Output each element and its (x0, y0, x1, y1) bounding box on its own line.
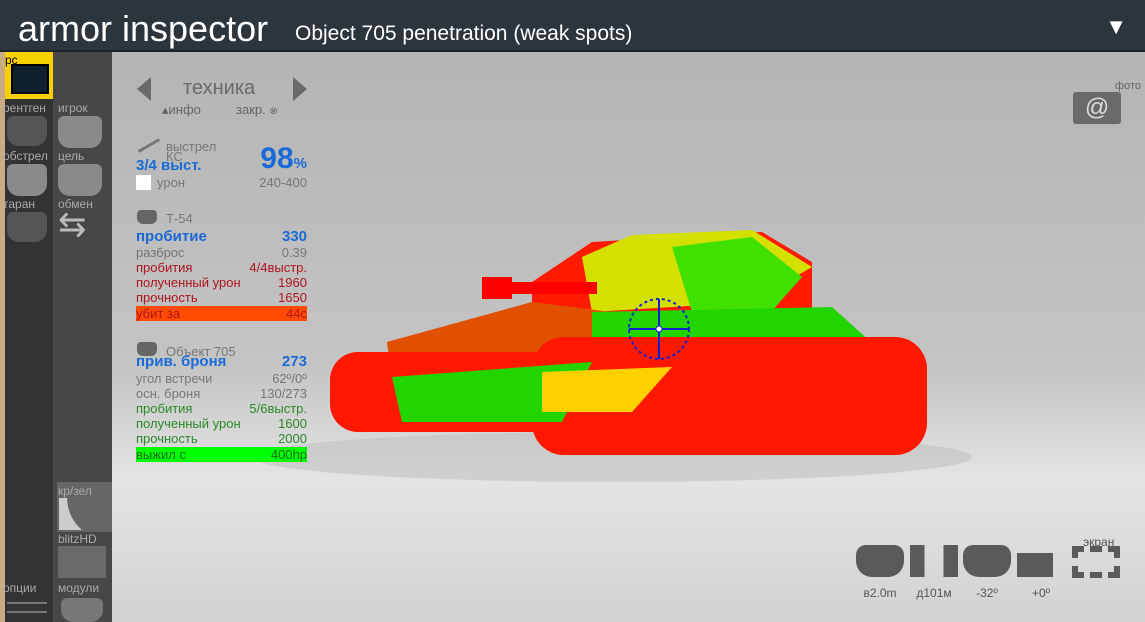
damage-range: 240-400 (259, 175, 307, 190)
tank-model[interactable] (112, 52, 1145, 622)
label: прочность (136, 290, 198, 305)
ram-icon (7, 212, 47, 242)
sidebar-item-modules[interactable]: модули (58, 581, 99, 595)
attacker-hits-row: пробития 4/4выстр. (136, 260, 307, 275)
attacker-dmg-row: полученный урон 1960 (136, 275, 307, 290)
turret-rotate-icon[interactable] (1017, 553, 1053, 577)
value: 1960 (278, 275, 307, 290)
value: 330 (281, 228, 307, 245)
lock-label: закр. (236, 102, 266, 117)
hit-percent: 98% (260, 142, 307, 176)
sidebar-item-label: кр/зел (58, 484, 92, 498)
value: 0.39 (281, 245, 307, 260)
sidebar-item-red-green[interactable]: кр/зел (57, 482, 112, 532)
target-dmg-row: полученный урон 1600 (136, 416, 307, 431)
target-hp-row: прочность 2000 (136, 431, 307, 446)
height-icon[interactable] (856, 545, 904, 577)
tank-icon (11, 64, 49, 94)
damage-label: урон (157, 175, 185, 190)
value: 5/6выстр. (249, 401, 307, 416)
triangle-down-icon[interactable]: ▼ (1105, 14, 1127, 40)
camera-icon[interactable]: @ (1073, 92, 1121, 124)
target-result-row: выжил с 400hp (136, 447, 307, 462)
blitzhd-icon (58, 546, 106, 578)
fullscreen-icon[interactable] (1072, 546, 1120, 578)
target-hits-row: пробития 5/6выстр. (136, 401, 307, 416)
red-green-icon (59, 498, 109, 530)
attacker-tank-icon (137, 210, 157, 224)
app-title: armor inspector (18, 8, 269, 49)
sliders-icon (7, 598, 47, 618)
target-base-row: осн. броня 130/273 (136, 386, 307, 401)
attacker-hp-row: прочность 1650 (136, 290, 307, 305)
label: угол встречи (136, 371, 213, 386)
lock-toggle[interactable]: закр. ⊗ (236, 102, 278, 117)
label: убит за (136, 306, 181, 321)
damage-swatch (136, 175, 151, 190)
xray-icon (7, 116, 47, 146)
value: 130/273 (260, 386, 307, 401)
label: пробития (136, 260, 193, 275)
value: 2000 (278, 431, 307, 446)
swap-arrows-icon: ⇆ (58, 206, 87, 244)
sidebar-item-shelling[interactable]: обстрел (3, 149, 48, 163)
sidebar-item-ram[interactable]: таран (3, 197, 35, 211)
target-armor-row: прив. броня 273 (136, 354, 307, 371)
info-toggle[interactable]: ▴инфо (162, 102, 201, 118)
sidebar-item-target[interactable]: цель (58, 149, 84, 163)
value: 1650 (278, 290, 307, 305)
sidebar-item-options[interactable]: опции (3, 581, 36, 595)
elevation-value: -32º (976, 586, 998, 600)
label: прочность (136, 431, 198, 446)
label: пробитие (136, 228, 207, 245)
vehicle-label: техника (183, 77, 256, 99)
prev-vehicle-arrow[interactable] (137, 77, 151, 101)
attacker-spread-row: разброс 0.39 (136, 245, 307, 260)
label: осн. броня (136, 386, 201, 401)
label: полученный урон (136, 416, 241, 431)
close-icon: ⊗ (269, 106, 278, 117)
info-label: инфо (168, 102, 201, 117)
attacker-name: Т-54 (166, 211, 193, 226)
sidebar-col2: игрок цель обмен ⇆ кр/зел blitzHD модули (53, 52, 112, 622)
sidebar-item-blitzhd[interactable]: blitzHD (58, 532, 97, 546)
value: 44с (286, 306, 307, 321)
distance-icon[interactable] (910, 545, 958, 577)
label: полученный урон (136, 275, 241, 290)
value: 62º/0º (272, 371, 307, 386)
next-vehicle-arrow[interactable] (293, 77, 307, 101)
attacker-result-row: убит за 44с (136, 306, 307, 321)
label: пробития (136, 401, 193, 416)
photo-label: фото (1115, 80, 1141, 92)
viewport[interactable]: фото @ (112, 52, 1145, 622)
modules-icon (61, 598, 103, 622)
turret-value: +0º (1031, 586, 1051, 600)
label: выжил с (136, 447, 186, 462)
distance-value: д101м (916, 586, 952, 600)
value: 4/4выстр. (249, 260, 307, 275)
value: 1600 (278, 416, 307, 431)
page-subtitle: Object 705 penetration (weak spots) (295, 22, 633, 45)
percent-value: 98 (260, 142, 294, 175)
target-tank-icon (58, 164, 102, 196)
sidebar-item-player[interactable]: игрок (58, 101, 88, 115)
sidebar-item-rs[interactable]: рс (5, 52, 53, 99)
label: прив. броня (136, 353, 227, 370)
title-bar: armor inspector Object 705 penetration (… (0, 0, 1145, 52)
player-tank-icon (58, 116, 102, 148)
value: 400hp (270, 447, 307, 462)
sidebar-item-xray[interactable]: рентген (3, 101, 46, 115)
sidebar-col1: рс рентген обстрел таран опции (3, 52, 53, 622)
value: 273 (281, 353, 307, 370)
target-angle-row: угол встречи 62º/0º (136, 371, 307, 386)
elevation-icon[interactable] (963, 545, 1011, 577)
percent-unit: % (293, 155, 307, 172)
label: разброс (136, 245, 185, 260)
shelling-icon (7, 164, 47, 196)
attacker-pen-row: пробитие 330 (136, 229, 307, 246)
height-value: в2.0m (863, 586, 897, 600)
shots-count: 3/4 выст. (136, 157, 202, 174)
